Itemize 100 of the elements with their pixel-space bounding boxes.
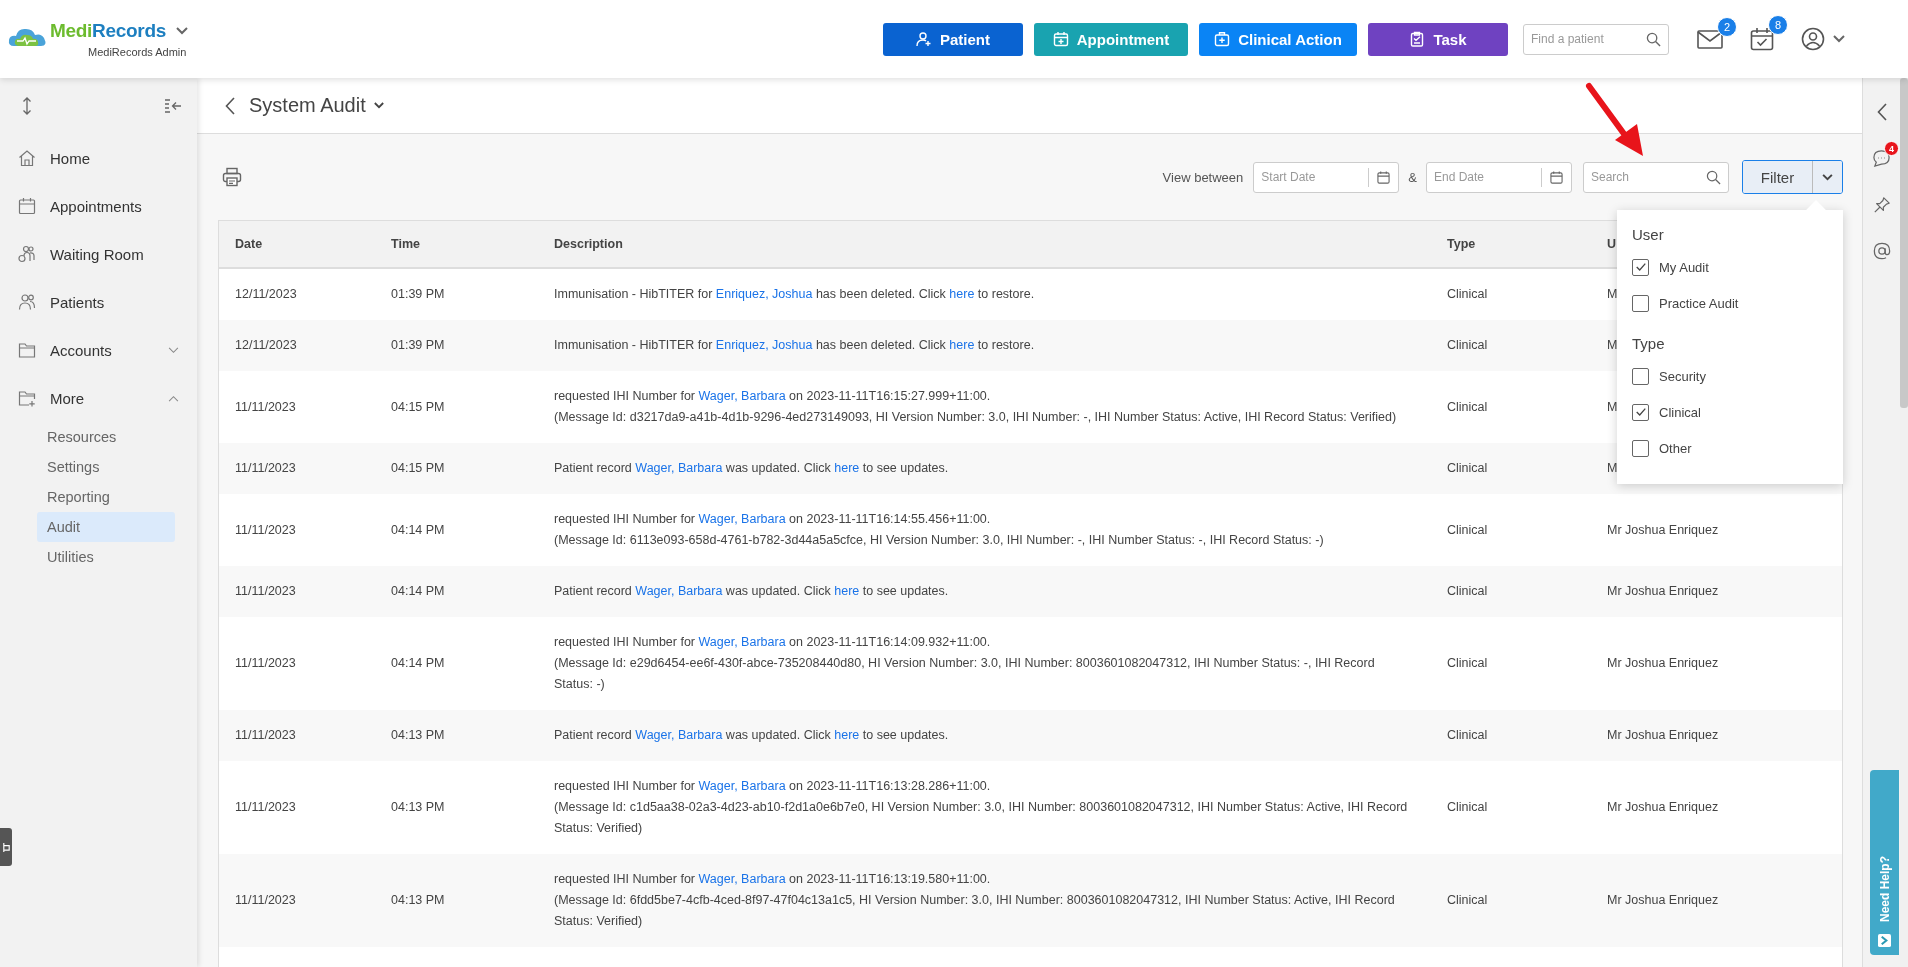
nav-item[interactable]: More [0, 374, 197, 422]
link[interactable]: here [834, 584, 860, 598]
date-cell: 12/11/2023 [219, 268, 375, 320]
time-cell: 04:13 PM [375, 761, 538, 854]
user-name: Mr Joshua Enriquez [1607, 728, 1719, 742]
description-text: (Message Id: e29d6454-ee6f-430f-abce-735208440d80, HI Version Number: 3.0, IHI Number: 8003601082047312, IHI Number Status: -, IHI Record Status: -) [554, 655, 1376, 693]
filter-button[interactable]: Filter [1743, 161, 1813, 193]
separator-text: & [1408, 169, 1417, 185]
description-text: (Message Id: d3217da9-a41b-4d1b-9296-4ed273149093, HI Version Number: 3.0, IHI Number: -, IHI Number Status: Active, IHI Record Status: Verified) [554, 409, 1398, 426]
patient-action-button[interactable]: Patient [883, 22, 1023, 56]
nav-item[interactable]: Accounts [0, 326, 197, 374]
task-action-button[interactable]: Task [1368, 22, 1508, 56]
time-cell: 01:39 PM [375, 320, 538, 371]
count-badge: 8 [1768, 15, 1788, 35]
link[interactable]: here [834, 461, 860, 475]
patient-search-field[interactable]: Find a patient [1523, 23, 1669, 55]
practice-name: MediRecords Admin [88, 46, 188, 58]
date-cell: 11/11/2023 [219, 761, 375, 854]
date-cell: 11/11/2023 [219, 617, 375, 710]
date-cell: 11/11/2023 [219, 854, 375, 947]
time-cell: 04:15 PM [375, 443, 538, 494]
link[interactable]: here [949, 287, 975, 301]
nav-subitem[interactable]: Settings [37, 452, 175, 482]
type-cell: Clinical [1431, 710, 1591, 761]
type-cell: Clinical [1431, 268, 1591, 320]
user-name: Mr Joshua Enriquez [1607, 584, 1719, 598]
user-name: M [1607, 399, 1618, 414]
link[interactable]: Enriquez, Joshua [715, 338, 813, 352]
search-field[interactable]: Search [1583, 161, 1729, 193]
description-text: Immunisation - HibTITER for Enriquez, Joshua has been deleted. Click here to restore. [554, 337, 1036, 354]
time-cell: 01:39 PM [375, 268, 538, 320]
link[interactable]: Wager, Barbara [698, 635, 786, 649]
description-text: requested IHI Number for Wager, Barbara on 2023-11-11T16:13:19.580+11:00. [554, 871, 992, 888]
time-cell: 04:13 PM [375, 710, 538, 761]
date-cell: 11/11/2023 [219, 371, 375, 443]
link[interactable]: Wager, Barbara [698, 779, 786, 793]
nav-item[interactable]: Appointments [0, 182, 197, 230]
nav-item[interactable]: Waiting Room [0, 230, 197, 278]
checkbox-label[interactable]: Other [1659, 440, 1692, 456]
date-cell: 12/11/2023 [219, 320, 375, 371]
type-cell: Clinical [1431, 617, 1591, 710]
link[interactable]: Wager, Barbara [635, 584, 723, 598]
end-date-field[interactable]: End Date [1426, 161, 1572, 193]
type-cell: Clinical [1431, 854, 1591, 947]
type-cell: Clinical [1431, 371, 1591, 443]
clinical-action-button[interactable]: Clinical Action [1199, 22, 1357, 56]
start-date-field[interactable]: Start Date [1253, 161, 1400, 193]
user-name: Mr Joshua Enriquez [1607, 893, 1719, 907]
filter-group-title: User [1632, 226, 1665, 243]
nav-subitem[interactable]: Utilities [37, 542, 175, 572]
user-name: Mr Joshua Enriquez [1607, 522, 1719, 537]
count-badge: 4 [1884, 141, 1899, 156]
date-cell: 11/11/2023 [219, 443, 375, 494]
time-cell: 04:14 PM [375, 566, 538, 617]
nav-subitem[interactable]: Reporting [37, 482, 175, 512]
time-cell: 04:14 PM [375, 494, 538, 566]
user-name: Mr Joshua Enriquez [1607, 656, 1719, 670]
link[interactable]: Wager, Barbara [698, 872, 786, 886]
nav-subitem[interactable]: Resources [37, 422, 175, 452]
user-name: M [1607, 287, 1618, 301]
description-text: (Message Id: 6113e093-658d-4761-b782-3d44a5a5cfce, HI Version Number: 3.0, IHI Number: -, IHI Number Status: -, IHI Record Status: -) [554, 532, 1325, 549]
count-badge: 2 [1717, 17, 1737, 37]
time-cell: 04:13 PM [375, 854, 538, 947]
link[interactable]: here [949, 338, 975, 352]
filter-group-title: Type [1632, 335, 1666, 352]
column-header: Time [375, 221, 538, 268]
page-title: System Audit [249, 94, 366, 117]
checkbox-label[interactable]: Security [1659, 368, 1706, 384]
help-tab[interactable]: Need Help? [1870, 770, 1899, 955]
checkbox-label[interactable]: Clinical [1659, 404, 1701, 420]
appointment-action-button[interactable]: Appointment [1034, 22, 1188, 56]
view-between-label: View between [1162, 169, 1244, 185]
brand-logo: MediRecords [50, 20, 167, 42]
link[interactable]: here [834, 728, 860, 742]
description-text: Immunisation - HibTITER for Enriquez, Joshua has been deleted. Click here to restore. [554, 286, 1036, 303]
description-text: Patient record Wager, Barbara was updated. Click here to see updates. [554, 460, 950, 477]
type-cell: Clinical [1431, 566, 1591, 617]
checkbox-label[interactable]: Practice Audit [1659, 295, 1739, 311]
link[interactable]: Wager, Barbara [698, 512, 786, 526]
user-name: M [1607, 461, 1618, 475]
column-header: Description [538, 221, 1431, 268]
link[interactable]: Wager, Barbara [635, 461, 723, 475]
time-cell: 04:14 PM [375, 617, 538, 710]
nav-item[interactable]: Home [0, 134, 197, 182]
user-name: Mr Joshua Enriquez [1607, 800, 1719, 814]
description-text: requested IHI Number for Wager, Barbara on 2023-11-11T16:14:09.932+11:00. [554, 634, 992, 651]
nav-subitem[interactable]: Audit [37, 512, 175, 542]
link[interactable]: Enriquez, Joshua [715, 287, 813, 301]
description-text: (Message Id: 6fdd5be7-4cfb-4ced-8f97-47f04c13a1c5, HI Version Number: 3.0, IHI Number: 8003601082047312, IHI Number Status: Active, IHI Record Status: Verified) [554, 892, 1396, 930]
time-cell: 04:15 PM [375, 371, 538, 443]
user-name: M [1607, 338, 1618, 352]
link[interactable]: Wager, Barbara [635, 728, 723, 742]
type-cell: Clinical [1431, 494, 1591, 566]
date-cell: 11/11/2023 [219, 566, 375, 617]
column-header: Type [1431, 221, 1591, 268]
link[interactable]: Wager, Barbara [698, 389, 786, 403]
type-cell: Clinical [1431, 320, 1591, 371]
date-cell: 11/11/2023 [219, 710, 375, 761]
column-header: Date [219, 221, 375, 268]
nav-item[interactable]: Patients [0, 278, 197, 326]
